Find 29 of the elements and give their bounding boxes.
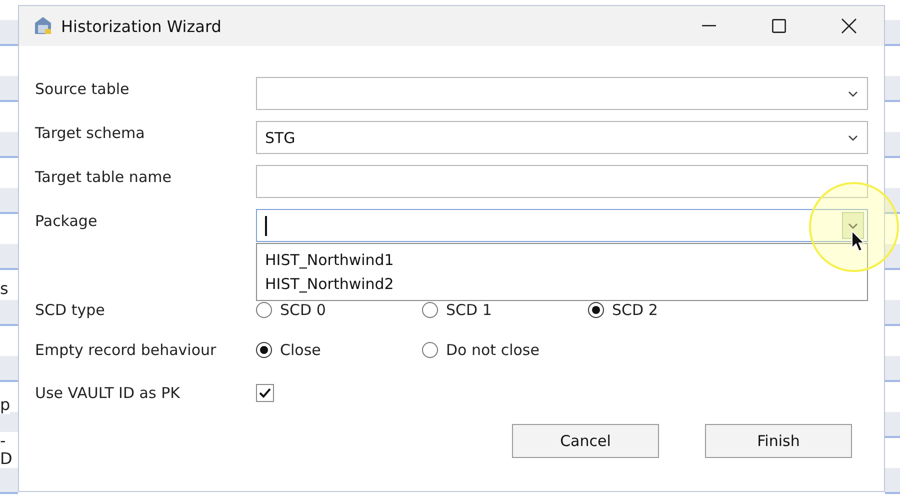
radio-option[interactable]: Do not close — [422, 341, 588, 359]
dropdown-option[interactable]: HIST_Northwind2 — [257, 272, 867, 296]
radio-option[interactable]: SCD 0 — [256, 301, 422, 319]
finish-button[interactable]: Finish — [705, 424, 852, 458]
text-field[interactable] — [256, 165, 868, 198]
maximize-icon — [772, 19, 786, 33]
chevron-down-icon — [848, 222, 858, 228]
close-icon — [841, 18, 857, 34]
combo-box[interactable] — [256, 77, 868, 110]
dropdown-button[interactable] — [842, 212, 864, 239]
cancel-button[interactable]: Cancel — [512, 424, 659, 458]
chevron-down-icon — [848, 134, 858, 140]
field-label: Target table name — [35, 167, 172, 186]
field-label: Package — [35, 211, 98, 230]
field-label: Use VAULT ID as PK — [35, 384, 181, 402]
minimize-icon — [702, 25, 716, 27]
field-label: Source table — [35, 79, 130, 98]
radio-option[interactable]: SCD 1 — [422, 301, 588, 319]
dropdown-option[interactable]: HIST_Northwind1 — [257, 248, 867, 272]
field-label: SCD type — [35, 301, 106, 319]
window-title: Historization Wizard — [61, 16, 222, 36]
radio-option[interactable]: SCD 2 — [588, 301, 754, 319]
chevron-down-icon — [848, 90, 858, 96]
combo-box[interactable]: STG — [256, 121, 868, 154]
app-icon — [33, 16, 53, 36]
checkbox[interactable] — [256, 384, 274, 402]
field-label: Empty record behaviour — [35, 341, 218, 359]
radio-option[interactable]: Close — [256, 341, 422, 359]
field-label: Target schema — [35, 123, 146, 142]
